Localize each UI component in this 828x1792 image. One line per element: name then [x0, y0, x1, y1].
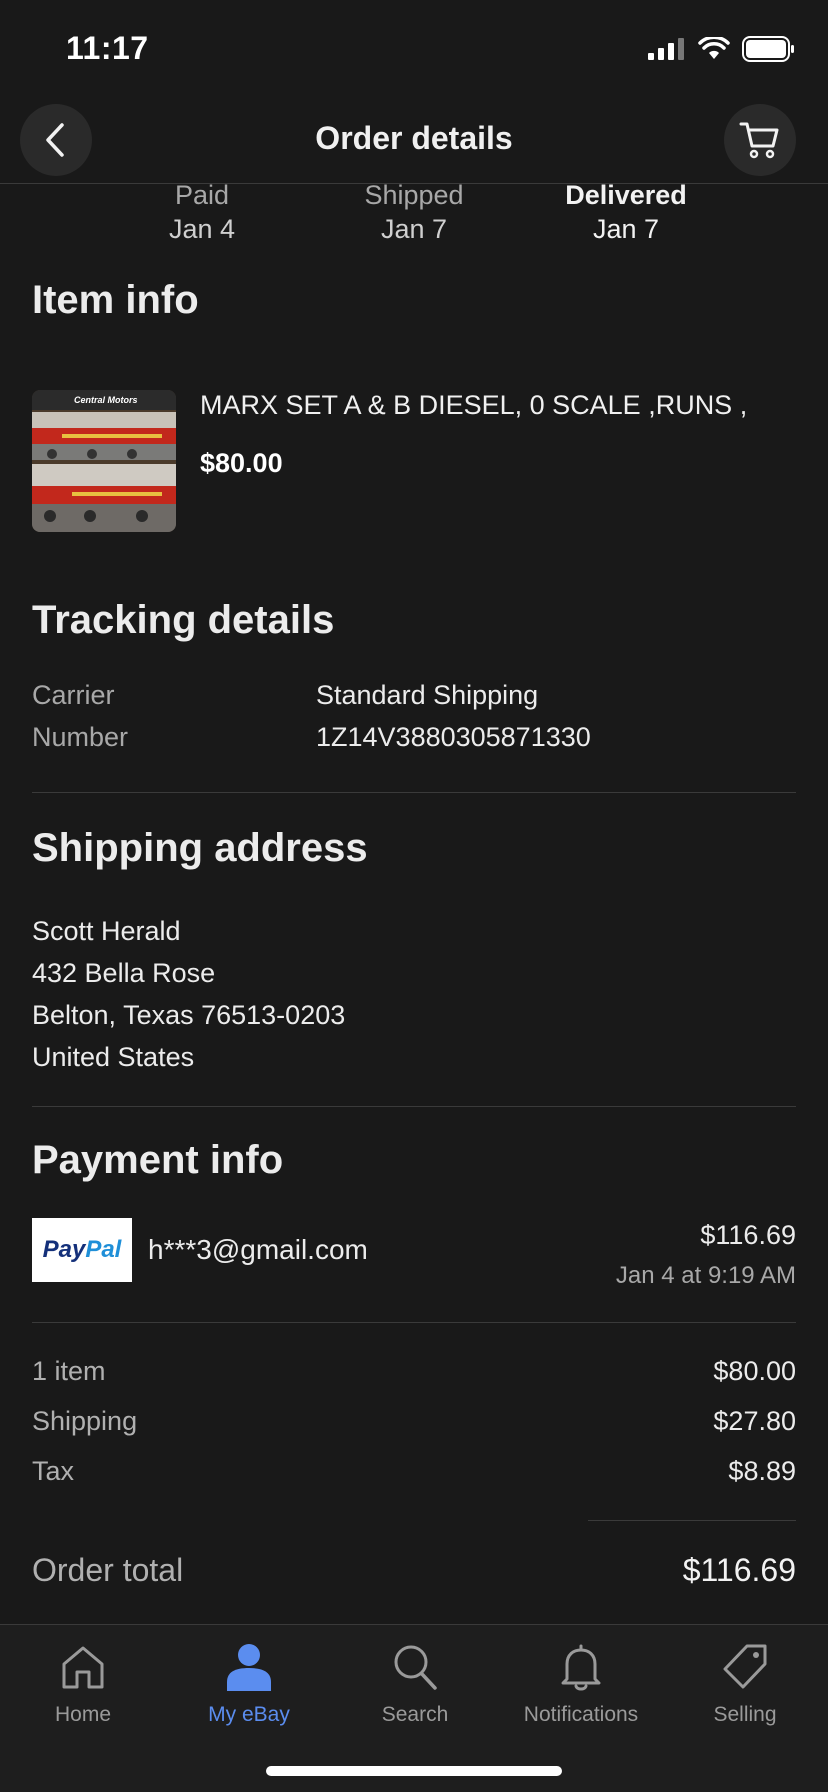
step-paid: Paid Jan 4: [112, 178, 292, 246]
cart-icon: [739, 122, 779, 159]
address-city: Belton, Texas 76513-0203: [32, 1000, 346, 1030]
tab-selling[interactable]: Selling: [662, 1637, 828, 1727]
cart-button[interactable]: [724, 104, 796, 176]
summary-items-label: 1 item: [32, 1356, 106, 1386]
paypal-logo: PayPal: [32, 1218, 132, 1282]
address-country: United States: [32, 1042, 195, 1072]
tracking-number-label: Number: [32, 722, 129, 752]
payment-info-heading: Payment info: [32, 1138, 284, 1182]
order-progress: Paid Jan 4 Shipped Jan 7 Delivered Jan 7: [0, 178, 828, 248]
step-date: Jan 4: [168, 214, 236, 244]
payment-email: h***3@gmail.com: [148, 1234, 368, 1265]
status-bar: 11:17: [0, 0, 828, 96]
tab-label: My eBay: [208, 1703, 290, 1726]
step-delivered: Delivered Jan 7: [536, 178, 716, 246]
item-price: $80.00: [200, 448, 283, 478]
divider: [32, 792, 796, 793]
home-icon: [62, 1646, 104, 1689]
person-icon: [227, 1644, 271, 1691]
tab-label: Selling: [713, 1703, 777, 1726]
tab-label: Search: [381, 1703, 449, 1726]
item-title[interactable]: MARX SET A & B DIESEL, 0 SCALE ,RUNS ,: [200, 390, 747, 421]
summary-items-value: $80.00: [713, 1356, 796, 1386]
paypal-wordmark-pal: Pal: [85, 1236, 122, 1263]
step-label: Shipped: [364, 180, 464, 210]
summary-tax-value: $8.89: [728, 1456, 796, 1486]
step-date: Jan 7: [380, 214, 448, 244]
paypal-wordmark: PayPal: [43, 1236, 122, 1264]
tracking-heading: Tracking details: [32, 598, 335, 642]
step-date: Jan 7: [592, 214, 660, 244]
total-divider: [588, 1520, 796, 1521]
tab-home[interactable]: Home: [0, 1637, 166, 1727]
status-icons: [648, 36, 796, 62]
tab-notifications[interactable]: Notifications: [498, 1637, 664, 1727]
home-indicator[interactable]: [266, 1766, 562, 1776]
item-thumbnail[interactable]: Central Motors: [32, 390, 176, 532]
shipping-address-heading: Shipping address: [32, 826, 368, 870]
tracking-number-value[interactable]: 1Z14V3880305871330: [316, 722, 591, 753]
wifi-icon: [698, 37, 730, 59]
carrier-value: Standard Shipping: [316, 680, 539, 710]
payment-date: Jan 4 at 9:19 AM: [615, 1262, 796, 1289]
tab-label: Home: [54, 1703, 112, 1726]
step-shipped: Shipped Jan 7: [324, 178, 504, 246]
tab-my-ebay[interactable]: My eBay: [166, 1637, 332, 1727]
paypal-wordmark-pay: Pay: [42, 1236, 86, 1263]
battery-icon: [742, 36, 794, 62]
header: Order details: [0, 96, 828, 184]
address-name: Scott Herald: [32, 916, 181, 946]
address-street: 432 Bella Rose: [32, 958, 216, 988]
step-label: Paid: [174, 180, 230, 210]
svg-text:Central Motors: Central Motors: [74, 395, 138, 405]
summary-shipping-label: Shipping: [32, 1406, 138, 1436]
page-title: Order details: [315, 120, 513, 156]
divider: [32, 1106, 796, 1107]
signal-icon: [648, 38, 684, 60]
summary-tax-label: Tax: [32, 1456, 75, 1486]
payment-amount: $116.69: [700, 1220, 796, 1250]
status-time: 11:17: [66, 30, 149, 66]
order-total-label: Order total: [32, 1552, 184, 1588]
bell-icon: [561, 1644, 601, 1691]
tab-search[interactable]: Search: [332, 1637, 498, 1727]
tag-icon: [723, 1644, 767, 1689]
step-label: Delivered: [565, 180, 687, 210]
search-icon: [394, 1645, 437, 1690]
summary-shipping-value: $27.80: [713, 1406, 796, 1436]
carrier-label: Carrier: [32, 680, 115, 710]
divider: [32, 1322, 796, 1323]
order-total-value: $116.69: [682, 1552, 796, 1588]
item-photo: Central Motors: [32, 390, 176, 532]
item-info-heading: Item info: [32, 278, 199, 322]
tab-label: Notifications: [523, 1703, 639, 1726]
